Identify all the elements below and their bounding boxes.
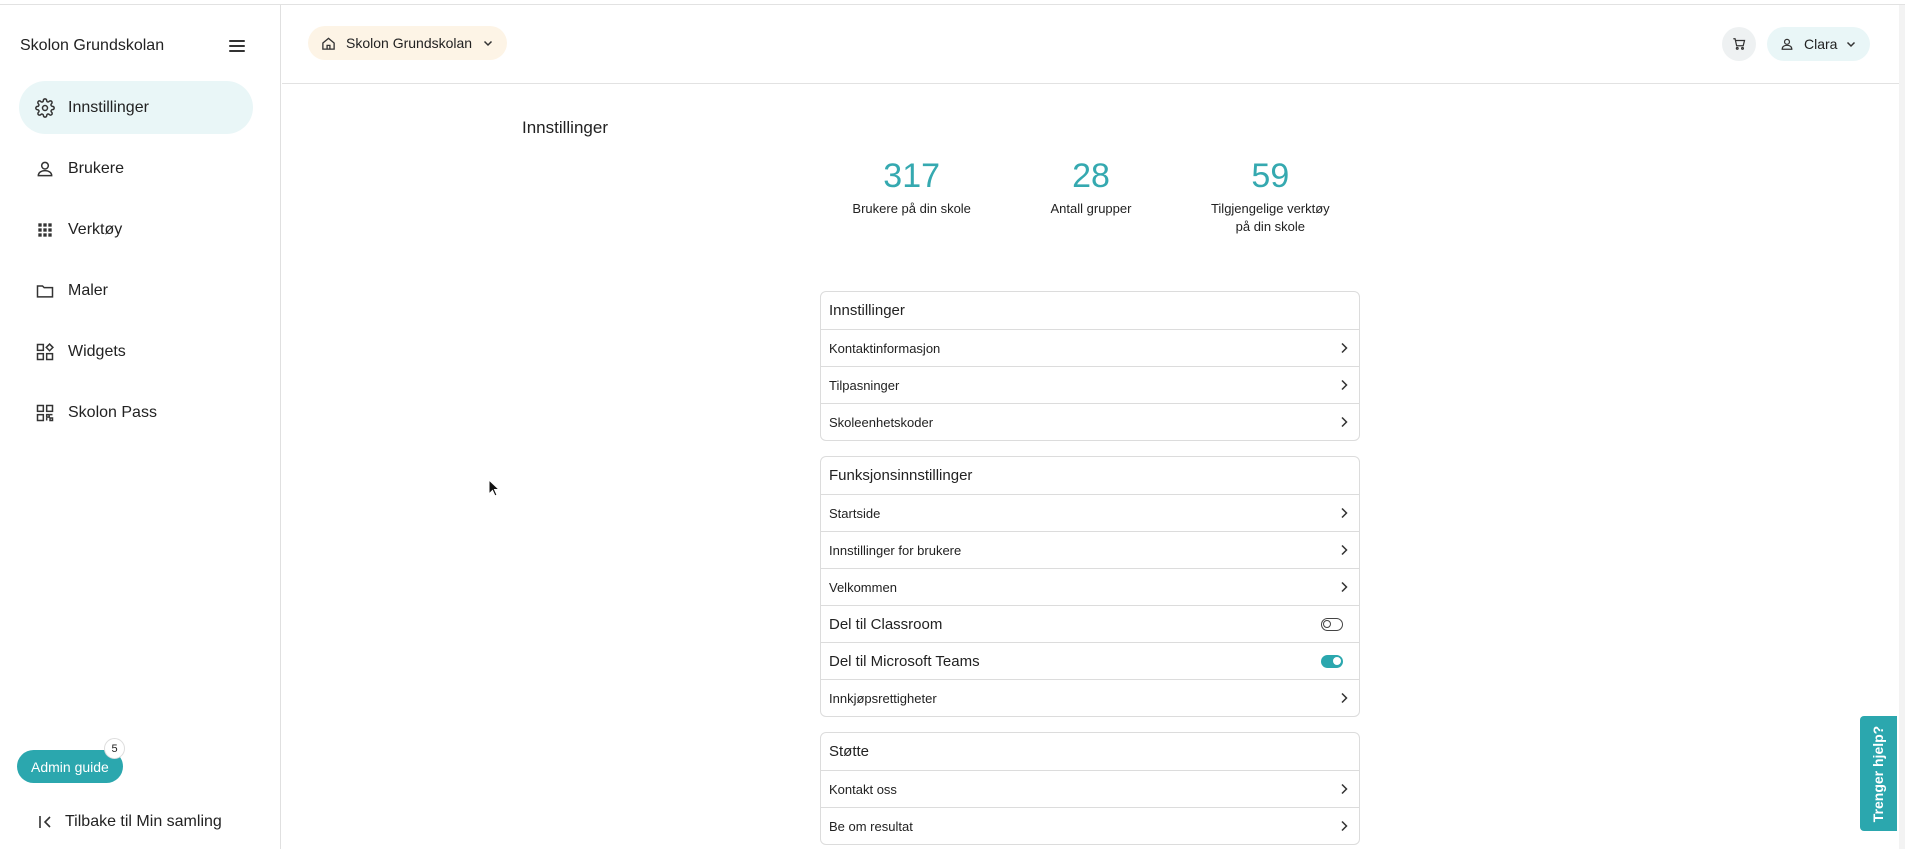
chevron-right-icon <box>1341 416 1348 428</box>
row-skoleenhetskoder[interactable]: Skoleenhetskoder <box>821 403 1359 440</box>
person-icon <box>37 161 53 176</box>
gear-icon <box>35 97 55 118</box>
card-title: Støtte <box>829 743 870 760</box>
chevron-right-icon <box>1341 507 1348 519</box>
card-title: Funksjonsinnstillinger <box>829 467 973 484</box>
row-del-til-microsoft-teams: Del til Microsoft Teams <box>821 642 1359 679</box>
stat-users: 317 Brukere på din skole <box>822 154 1001 236</box>
stat-label: Tilgjengelige verktøy på din skole <box>1210 201 1330 234</box>
chevron-right-icon <box>1341 581 1348 593</box>
collapse-left-icon <box>39 816 51 828</box>
stats-row: 317 Brukere på din skole 28 Antall grupp… <box>822 154 1360 236</box>
row-label: Del til Microsoft Teams <box>829 652 980 670</box>
sidebar-nav: Innstillinger Brukere Verktøy Maler Widg… <box>19 81 253 447</box>
sidebar-header: Skolon Grundskolan <box>20 33 245 59</box>
chevron-right-icon <box>1341 692 1348 704</box>
sidebar-item-label: Maler <box>68 281 109 299</box>
folder-icon <box>36 284 54 298</box>
sidebar-item-innstillinger[interactable]: Innstillinger <box>19 81 253 134</box>
sidebar-item-widgets[interactable]: Widgets <box>19 325 253 378</box>
stat-label: Antall grupper <box>1050 201 1132 216</box>
chevron-right-icon <box>1341 820 1348 832</box>
row-kontakt-oss[interactable]: Kontakt oss <box>821 770 1359 807</box>
row-velkommen[interactable]: Velkommen <box>821 568 1359 605</box>
support-card: Støtte Kontakt oss Be om resultat <box>820 732 1360 845</box>
row-startside[interactable]: Startside <box>821 494 1359 531</box>
help-tab[interactable]: Trenger hjelp? <box>1860 716 1897 831</box>
row-label: Innstillinger for brukere <box>829 542 962 558</box>
stat-value: 59 <box>1251 157 1290 195</box>
sidebar-item-verktoy[interactable]: Verktøy <box>19 203 253 256</box>
scrollbar[interactable] <box>1899 5 1905 849</box>
row-del-til-classroom: Del til Classroom <box>821 605 1359 642</box>
row-label: Kontakt oss <box>829 781 897 797</box>
top-header: Skolon Grundskolan Clara <box>282 5 1899 84</box>
grid-icon <box>38 222 52 237</box>
sidebar-item-label: Widgets <box>68 342 126 360</box>
back-to-collection-link[interactable]: Tilbake til Min samling <box>37 813 222 831</box>
sidebar-item-label: Skolon Pass <box>68 403 157 421</box>
back-link-label: Tilbake til Min samling <box>65 813 222 830</box>
stat-label: Brukere på din skole <box>852 201 971 216</box>
sidebar: Skolon Grundskolan Innstillinger Brukere… <box>0 5 281 849</box>
help-tab-label: Trenger hjelp? <box>1870 725 1887 822</box>
row-label: Be om resultat <box>829 818 913 834</box>
qr-icon <box>36 404 54 421</box>
admin-guide-badge: 5 <box>104 738 125 759</box>
row-innstillinger-for-brukere[interactable]: Innstillinger for brukere <box>821 531 1359 568</box>
stat-value: 317 <box>883 157 941 195</box>
row-label: Velkommen <box>829 579 897 595</box>
sidebar-title: Skolon Grundskolan <box>20 37 165 54</box>
row-be-om-resultat[interactable]: Be om resultat <box>821 807 1359 844</box>
card-title: Innstillinger <box>829 302 905 319</box>
mouse-cursor-icon <box>488 479 500 497</box>
page-title: Innstillinger <box>522 118 608 137</box>
sidebar-item-brukere[interactable]: Brukere <box>19 142 253 195</box>
row-label: Tilpasninger <box>829 377 900 393</box>
sidebar-item-label: Verktøy <box>68 220 123 238</box>
sidebar-item-skolon-pass[interactable]: Skolon Pass <box>19 386 253 439</box>
sidebar-item-label: Innstillinger <box>68 98 149 116</box>
widgets-icon <box>36 342 54 360</box>
row-innkjopsrettigheter[interactable]: Innkjøpsrettigheter <box>821 679 1359 716</box>
cart-button[interactable] <box>1722 27 1756 61</box>
user-name: Clara <box>1804 36 1838 52</box>
chevron-right-icon <box>1341 544 1348 556</box>
stat-groups: 28 Antall grupper <box>1001 154 1180 236</box>
chevron-right-icon <box>1341 342 1348 354</box>
row-label: Startside <box>829 505 881 521</box>
teams-toggle[interactable] <box>1321 654 1343 668</box>
school-selector[interactable]: Skolon Grundskolan <box>308 26 508 60</box>
sidebar-item-label: Brukere <box>68 159 125 177</box>
cart-icon <box>1733 38 1746 50</box>
school-selector-label: Skolon Grundskolan <box>346 35 473 51</box>
chevron-right-icon <box>1341 379 1348 391</box>
stat-tools: 59 Tilgjengelige verktøy på din skole <box>1181 154 1360 236</box>
row-tilpasninger[interactable]: Tilpasninger <box>821 366 1359 403</box>
row-label: Del til Classroom <box>829 615 943 633</box>
user-menu-button[interactable]: Clara <box>1767 27 1871 61</box>
person-icon <box>1781 38 1793 50</box>
menu-icon[interactable] <box>229 40 245 52</box>
stat-value: 28 <box>1072 157 1110 195</box>
home-icon <box>322 36 335 50</box>
chevron-down-icon <box>484 40 493 47</box>
settings-card: Innstillinger Kontaktinformasjon Tilpasn… <box>820 291 1360 441</box>
sidebar-item-maler[interactable]: Maler <box>19 264 253 317</box>
chevron-right-icon <box>1341 783 1348 795</box>
chevron-down-icon <box>1847 41 1856 48</box>
row-label: Skoleenhetskoder <box>829 414 934 430</box>
classroom-toggle[interactable] <box>1321 617 1343 631</box>
row-label: Kontaktinformasjon <box>829 340 941 356</box>
row-kontaktinformasjon[interactable]: Kontaktinformasjon <box>821 329 1359 366</box>
function-settings-card: Funksjonsinnstillinger Startside Innstil… <box>820 456 1360 717</box>
row-label: Innkjøpsrettigheter <box>829 690 937 706</box>
